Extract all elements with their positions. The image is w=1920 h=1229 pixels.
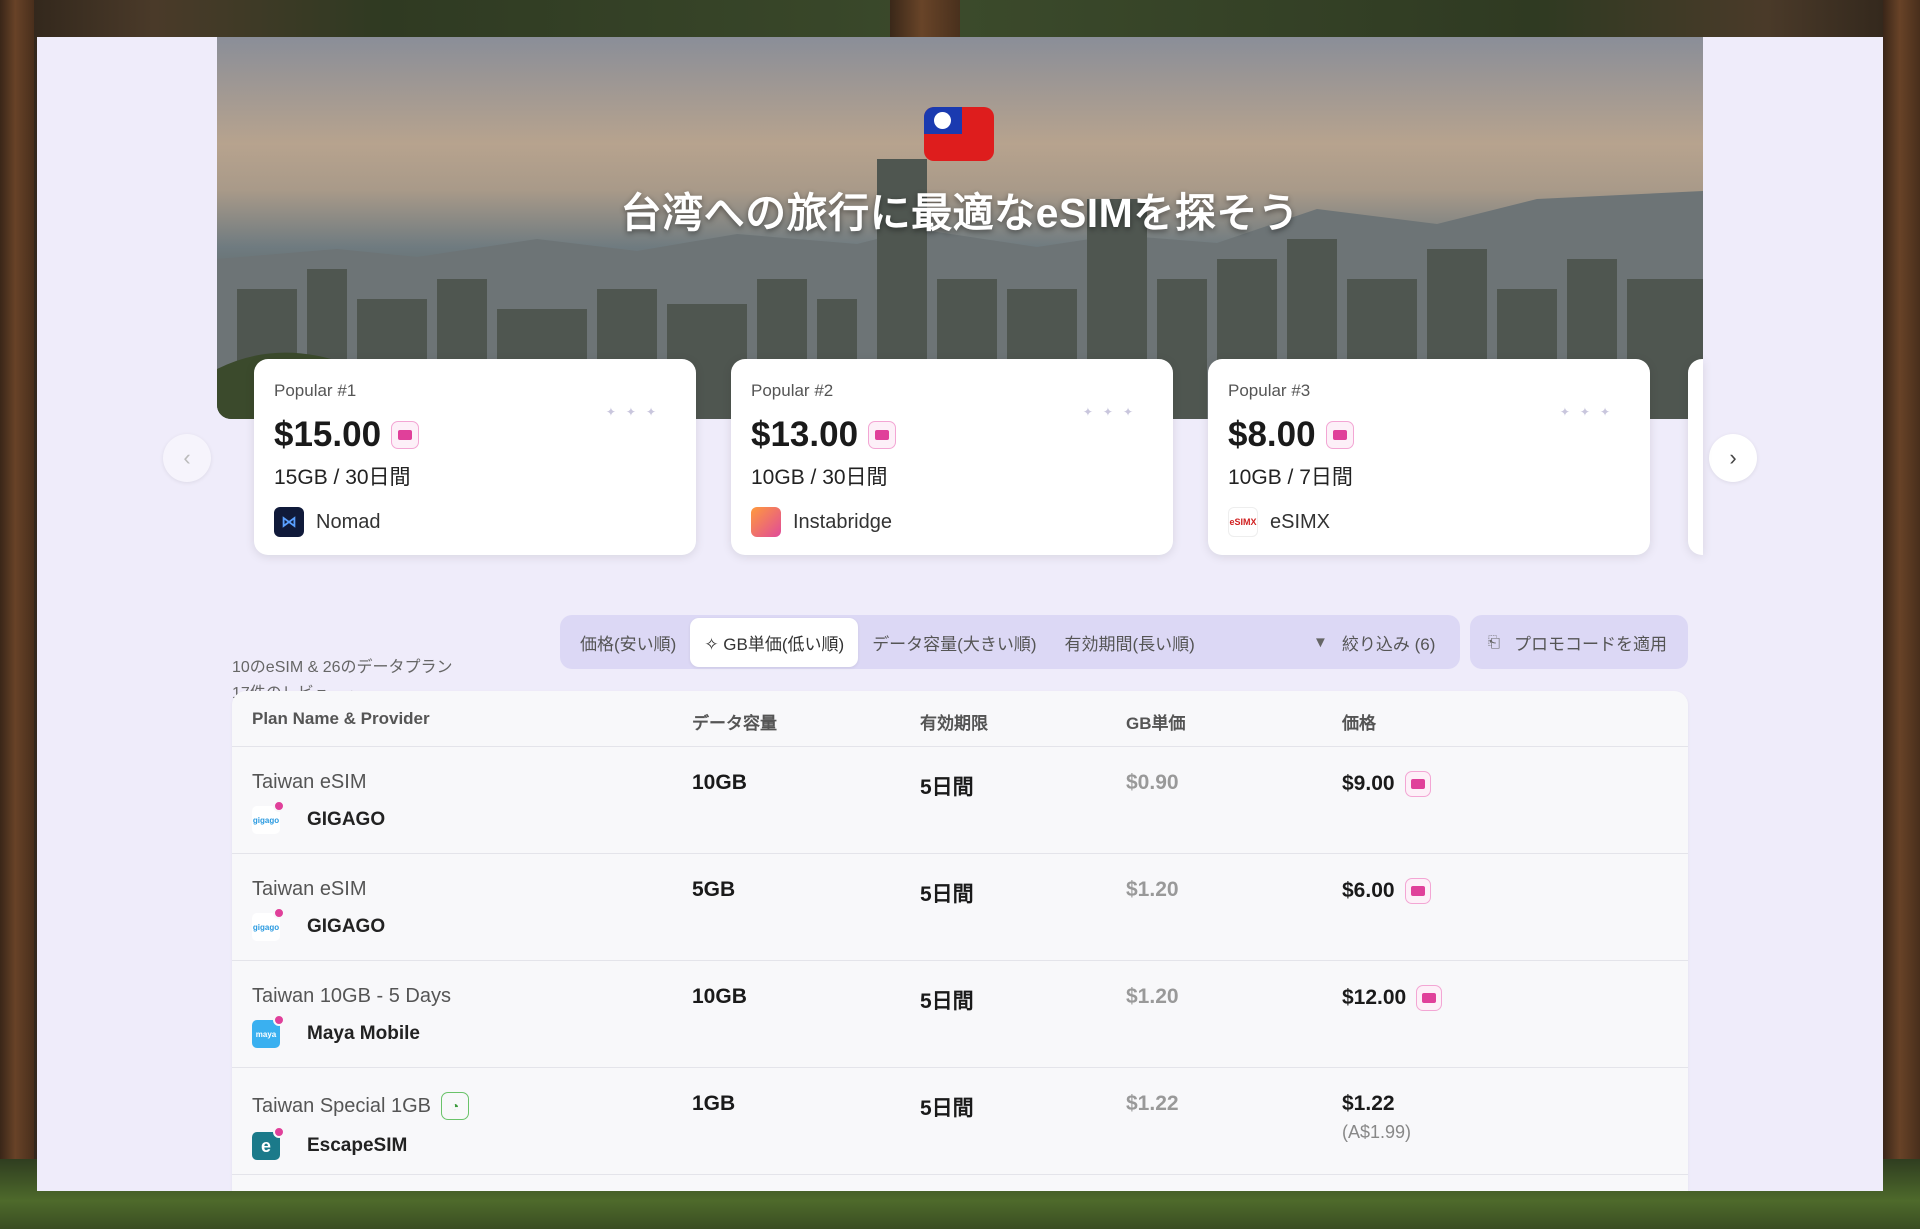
header-data[interactable]: データ容量 (692, 709, 777, 734)
header-plan[interactable]: Plan Name & Provider (252, 709, 430, 729)
promo-ticket-icon (1416, 985, 1443, 1011)
maya-mobile-logo-icon: maya (252, 1014, 285, 1048)
price: $1.22 (1342, 1092, 1395, 1115)
card-provider: eSIMX (1270, 510, 1331, 533)
esimx-logo-icon: eSIMX (1228, 507, 1258, 537)
background-tree (1883, 0, 1920, 1229)
card-price: $15.00 (274, 415, 382, 454)
carousel-next-button[interactable]: › (1709, 434, 1757, 482)
data-amount: 5GB (692, 878, 736, 901)
card-rank: Popular #1 (274, 381, 357, 400)
card-rank: Popular #3 (1228, 381, 1311, 400)
sparkle-decoration-icon: ✦✦✦ (1559, 405, 1620, 419)
table-row[interactable]: Taiwan Special 1GB ◔ e EscapeSIM 1GB 5日間… (232, 1068, 1688, 1175)
promo-ticket-icon (391, 421, 420, 449)
promo-ticket-icon (1404, 878, 1431, 904)
sort-per-gb-asc[interactable]: ✧ GB単価(低い順) (690, 617, 859, 667)
provider-name: GIGAGO (307, 809, 386, 830)
filter-label: 絞り込み (6) (1341, 634, 1436, 654)
sort-price-asc[interactable]: 価格(安い順) (566, 618, 690, 667)
filter-button[interactable]: ▼ 絞り込み (6) (1295, 615, 1460, 669)
table-row[interactable]: Taiwan eSIM gigago GIGAGO 5GB 5日間 $1.20 … (232, 854, 1688, 961)
gigago-logo-icon: gigago (252, 800, 285, 834)
validity: 5日間 (920, 776, 974, 799)
apply-promo-button[interactable]: ⎗ プロモコードを適用 (1470, 615, 1688, 669)
promo-ticket-icon (868, 421, 897, 449)
sparkle-icon: ✧ (704, 634, 724, 654)
card-provider: Instabridge (793, 510, 892, 533)
sort-data-desc[interactable]: データ容量(大きい順) (858, 618, 1050, 667)
sparkle-decoration-icon: ✦✦✦ (605, 405, 666, 419)
price: $12.00 (1342, 986, 1407, 1009)
header-per-gb[interactable]: GB単価 (1126, 709, 1186, 734)
plan-count: 10のeSIM & 26のデータプラン (232, 659, 453, 676)
sparkle-decoration-icon: ✦✦✦ (1082, 405, 1143, 419)
sort-tabs: 価格(安い順) ✧ GB単価(低い順) データ容量(大きい順) 有効期間(長い順… (560, 615, 1320, 669)
data-amount: 10GB (692, 985, 747, 1008)
plan-name: Taiwan Special 1GB (252, 1094, 431, 1117)
provider-name: GIGAGO (307, 916, 386, 937)
validity: 5日間 (920, 883, 974, 906)
table-row[interactable]: Taiwan eSIM gigago GIGAGO 10GB 5日間 $0.90… (232, 747, 1688, 854)
card-plan: 10GB / 7日間 (1228, 466, 1353, 489)
card-provider: Nomad (316, 510, 381, 533)
table-row[interactable]: Taiwan 10GB - 5 Days maya Maya Mobile 10… (232, 961, 1688, 1068)
provider-name: Maya Mobile (307, 1023, 420, 1044)
sort-per-gb-label: GB単価(低い順) (723, 634, 845, 654)
popular-card-peek[interactable] (1688, 359, 1703, 555)
filter-icon: ▼ (1313, 633, 1328, 651)
popular-card[interactable]: Popular #3 $8.00 10GB / 7日間 eSIMX eSIMX … (1208, 359, 1650, 555)
per-gb-price: $0.90 (1126, 771, 1179, 794)
header-validity[interactable]: 有効期限 (920, 709, 988, 734)
card-plan: 15GB / 30日間 (274, 466, 411, 489)
local-currency-price: (A$1.99) (1342, 1122, 1412, 1142)
popular-card[interactable]: Popular #1 $15.00 15GB / 30日間 ⋈ Nomad ✦✦… (254, 359, 696, 555)
per-gb-price: $1.20 (1126, 985, 1179, 1008)
price: $6.00 (1342, 879, 1395, 902)
background-tree (890, 0, 960, 37)
data-amount: 10GB (692, 771, 747, 794)
instabridge-logo-icon (751, 507, 781, 537)
card-price: $8.00 (1228, 415, 1316, 454)
validity: 5日間 (920, 1097, 974, 1120)
promo-label: プロモコードを適用 (1514, 634, 1668, 654)
promo-ticket-icon (1325, 421, 1354, 449)
taiwan-flag-icon (924, 107, 994, 161)
plan-name: Taiwan 10GB - 5 Days (252, 985, 451, 1007)
hero-title: 台湾への旅行に最適なeSIMを探そう (620, 190, 1300, 236)
card-plan: 10GB / 30日間 (751, 466, 888, 489)
card-rank: Popular #2 (751, 381, 834, 400)
plan-name: Taiwan eSIM (252, 771, 367, 793)
nomad-logo-icon: ⋈ (274, 507, 304, 537)
verified-badge-icon (273, 907, 285, 919)
price: $9.00 (1342, 772, 1395, 795)
table-header: Plan Name & Provider データ容量 有効期限 GB単価 価格 (232, 691, 1688, 747)
app-window: 台湾への旅行に最適なeSIMを探そう ‹ › Popular #1 $15.00… (37, 37, 1883, 1191)
sort-validity-desc[interactable]: 有効期間(長い順) (1051, 618, 1209, 667)
per-gb-price: $1.20 (1126, 878, 1179, 901)
data-amount: 1GB (692, 1092, 736, 1115)
header-price[interactable]: 価格 (1342, 709, 1376, 734)
promo-ticket-icon: ⎗ (1488, 633, 1501, 651)
promo-ticket-icon (1404, 771, 1431, 797)
verified-badge-icon (273, 1014, 285, 1026)
background-tree (0, 0, 34, 1229)
plan-name: Taiwan eSIM (252, 878, 367, 900)
popular-card[interactable]: Popular #2 $13.00 10GB / 30日間 Instabridg… (731, 359, 1173, 555)
plans-table: Plan Name & Provider データ容量 有効期限 GB単価 価格 … (232, 691, 1688, 1191)
verified-badge-icon (273, 800, 285, 812)
verified-badge-icon (273, 1126, 285, 1138)
card-price: $13.00 (751, 415, 859, 454)
carousel-prev-button[interactable]: ‹ (163, 434, 211, 482)
escapesim-logo-icon: e (252, 1126, 285, 1160)
provider-name: EscapeSIM (307, 1135, 408, 1156)
per-gb-price: $1.22 (1126, 1092, 1179, 1115)
gigago-logo-icon: gigago (252, 907, 285, 941)
signal-feed-icon: ◔ (440, 1092, 469, 1120)
validity: 5日間 (920, 990, 974, 1013)
